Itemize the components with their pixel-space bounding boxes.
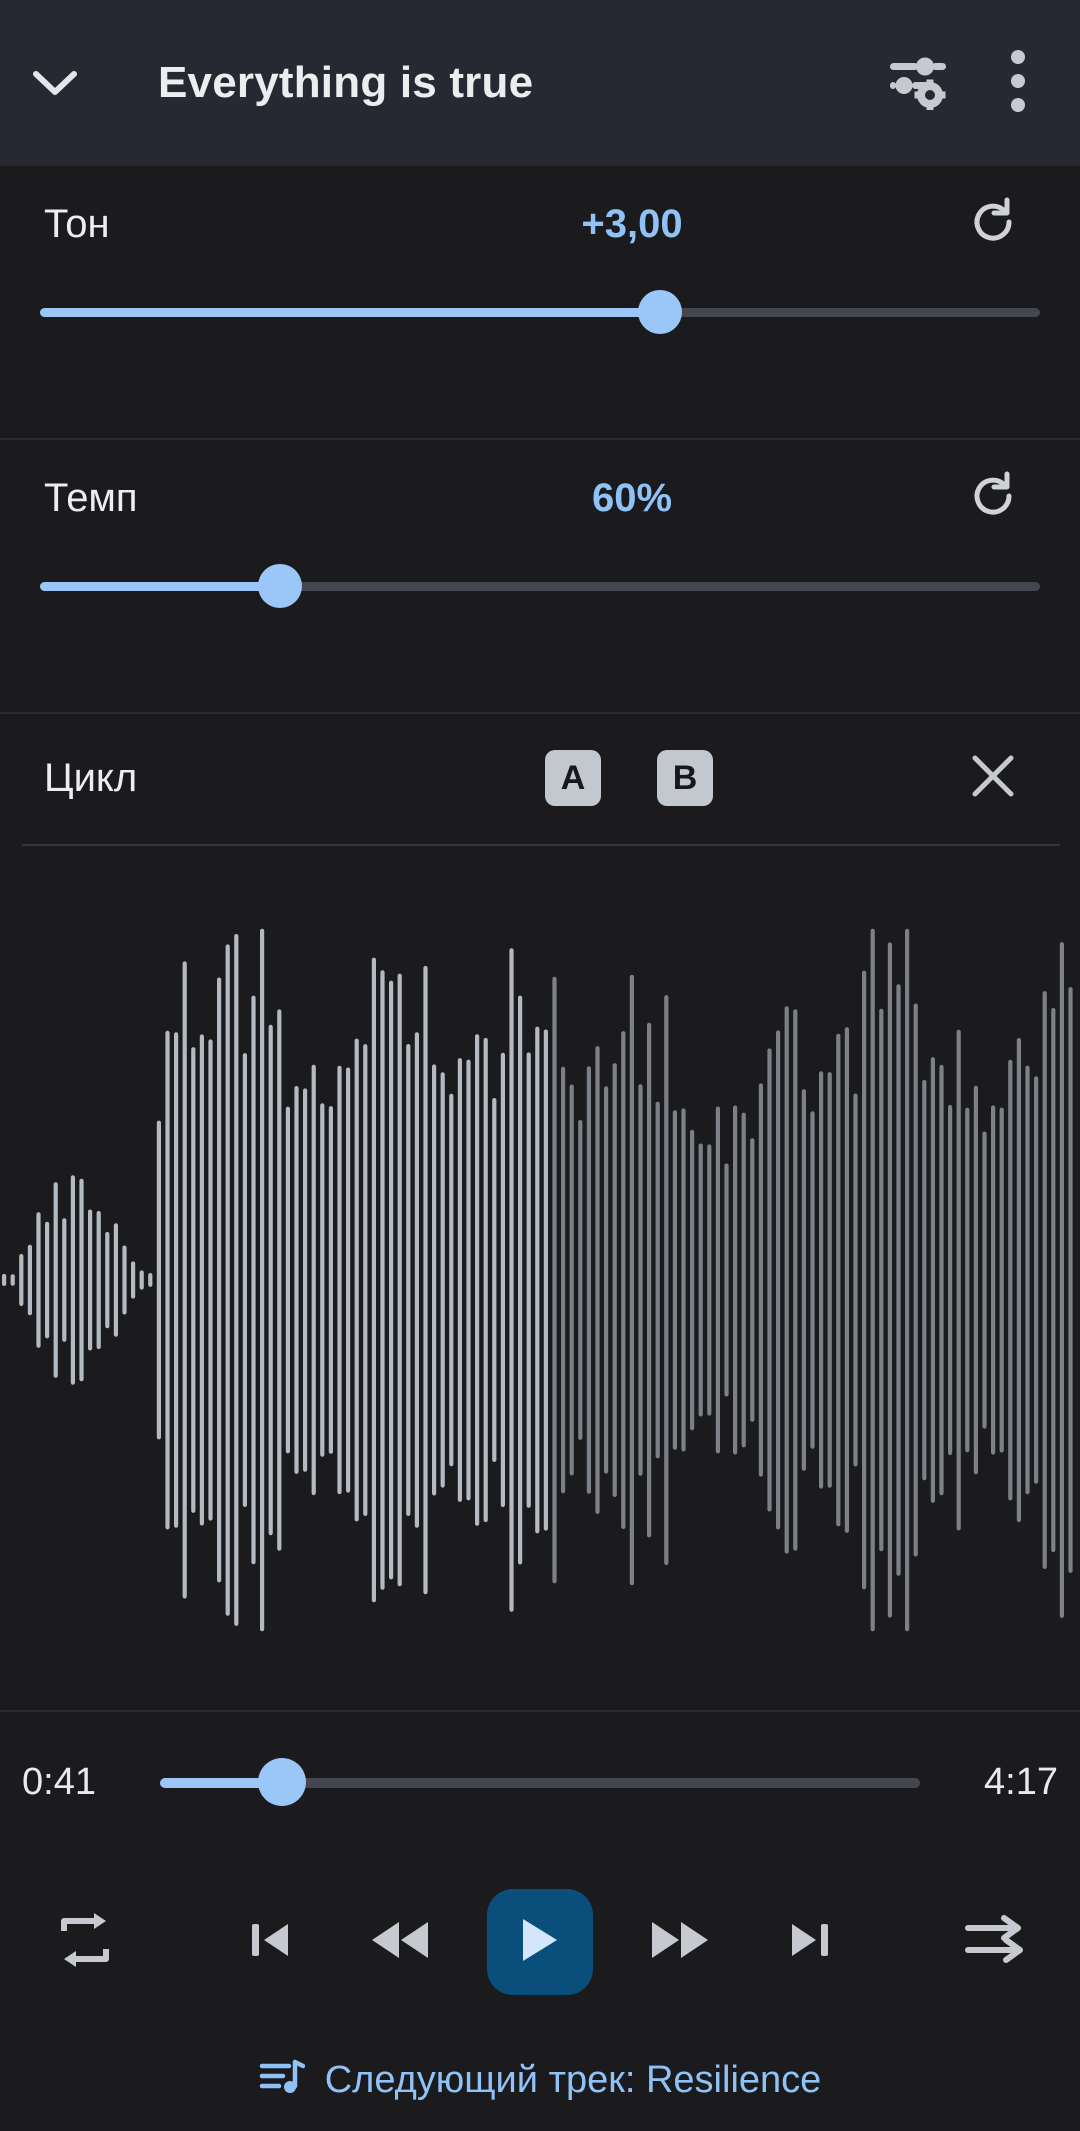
divider-tempo-loop — [0, 712, 1080, 714]
tempo-row: Темп 60% — [0, 440, 1080, 556]
next-track-bar[interactable]: Следующий трек: Resilience — [0, 2040, 1080, 2120]
shuffle-button[interactable] — [920, 1862, 1070, 2022]
pitch-control-block: Тон +3,00 — [0, 166, 1080, 342]
reset-icon — [967, 470, 1019, 527]
next-track-label: Следующий трек: Resilience — [324, 2058, 822, 2101]
total-time: 4:17 — [984, 1760, 1058, 1803]
equalizer-settings-button[interactable] — [870, 0, 966, 166]
rewind-button[interactable] — [335, 1862, 465, 2022]
pitch-value: +3,00 — [581, 201, 683, 246]
pitch-slider-thumb[interactable] — [638, 290, 682, 334]
overflow-menu-button[interactable] — [966, 0, 1070, 166]
seek-slider[interactable] — [160, 1752, 920, 1812]
skip-previous-icon — [245, 1915, 295, 1970]
loop-clear-button[interactable] — [950, 735, 1036, 821]
tempo-slider-thumb[interactable] — [258, 564, 302, 608]
loop-marker-b-button[interactable]: B — [657, 750, 713, 806]
loop-row: Цикл A B — [0, 718, 1080, 838]
pitch-label: Тон — [44, 201, 110, 246]
current-time: 0:41 — [22, 1760, 96, 1803]
rewind-icon — [369, 1916, 431, 1969]
divider-loop-waveform — [22, 844, 1060, 846]
seek-row: 0:41 4:17 — [0, 1712, 1080, 1852]
kebab-menu-icon — [1010, 49, 1026, 118]
pitch-row: Тон +3,00 — [0, 166, 1080, 282]
pitch-slider[interactable] — [40, 282, 1040, 342]
close-icon — [970, 753, 1016, 804]
reset-icon — [967, 196, 1019, 253]
tempo-control-block: Темп 60% — [0, 440, 1080, 616]
loop-markers: A B — [344, 750, 950, 806]
equalizer-settings-icon — [888, 52, 948, 115]
pitch-slider-fill — [40, 308, 660, 317]
loop-label: Цикл — [44, 755, 138, 800]
tempo-label: Темп — [44, 475, 138, 520]
play-button-surface — [487, 1889, 593, 1995]
seek-slider-thumb[interactable] — [257, 1758, 306, 1806]
tempo-slider[interactable] — [40, 556, 1040, 616]
tempo-slider-fill — [40, 582, 280, 591]
loop-marker-a-button[interactable]: A — [545, 750, 601, 806]
player-screen: Everything is true Тон +3,00 Темп 60% Ци… — [0, 0, 1080, 2131]
waveform-area[interactable] — [0, 880, 1080, 1710]
fast-forward-button[interactable] — [615, 1862, 745, 2022]
transport-controls — [0, 1862, 1080, 2022]
shuffle-icon — [964, 1914, 1026, 1971]
play-button[interactable] — [465, 1862, 615, 2022]
tempo-value: 60% — [591, 475, 673, 520]
tempo-reset-button[interactable] — [950, 455, 1036, 541]
pitch-reset-button[interactable] — [950, 181, 1036, 267]
chevron-down-icon — [32, 68, 78, 98]
fast-forward-icon — [649, 1916, 711, 1969]
page-title: Everything is true — [158, 58, 534, 107]
repeat-button[interactable] — [10, 1862, 160, 2022]
queue-music-icon — [259, 2058, 305, 2103]
repeat-icon — [54, 1911, 116, 1974]
play-icon — [519, 1916, 561, 1969]
skip-next-icon — [785, 1915, 835, 1970]
previous-track-button[interactable] — [205, 1862, 335, 2022]
collapse-button[interactable] — [0, 0, 110, 166]
next-track-button[interactable] — [745, 1862, 875, 2022]
app-header: Everything is true — [0, 0, 1080, 166]
